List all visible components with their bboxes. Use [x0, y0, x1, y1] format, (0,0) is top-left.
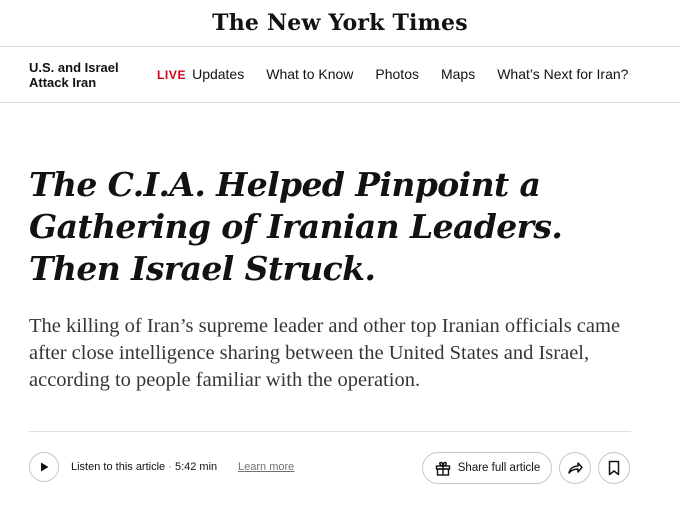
nav-link-maps[interactable]: Maps — [441, 66, 475, 82]
gift-icon — [435, 461, 450, 476]
masthead: The New York Times — [0, 0, 680, 46]
play-icon — [41, 462, 49, 472]
nav-link-updates[interactable]: LIVE Updates — [157, 66, 244, 82]
divider — [29, 431, 631, 432]
section-nav-links: LIVE Updates What to Know Photos Maps Wha… — [157, 66, 650, 82]
share-full-article-button[interactable]: Share full article — [422, 452, 552, 484]
audio-duration: 5:42 min — [174, 461, 218, 473]
section-nav: U.S. and Israel Attack Iran LIVE Updates … — [0, 46, 680, 103]
section-title[interactable]: U.S. and Israel Attack Iran — [29, 60, 139, 90]
learn-more-link[interactable]: Learn more — [238, 461, 294, 473]
nav-link-what-to-know[interactable]: What to Know — [266, 66, 353, 82]
bookmark-button[interactable] — [598, 452, 630, 484]
nyt-logo[interactable]: The New York Times — [212, 10, 468, 36]
nav-link-photos[interactable]: Photos — [375, 66, 419, 82]
live-badge: LIVE — [157, 68, 187, 82]
play-audio-button[interactable] — [29, 452, 59, 482]
nav-link-updates-label: Updates — [192, 66, 245, 82]
share-arrow-icon — [568, 462, 583, 474]
listen-separator: · — [168, 461, 172, 473]
bookmark-icon — [608, 460, 620, 476]
listen-text: Listen to this article — [71, 461, 166, 473]
nav-link-whats-next[interactable]: What’s Next for Iran? — [497, 66, 628, 82]
listen-label: Listen to this article · 5:42 min — [71, 461, 217, 473]
article-summary: The killing of Iran’s supreme leader and… — [29, 315, 621, 391]
share-button[interactable] — [559, 452, 591, 484]
share-button-label: Share full article — [457, 462, 541, 474]
article-headline: The C.I.A. Helped Pinpoint a Gathering o… — [29, 165, 563, 288]
